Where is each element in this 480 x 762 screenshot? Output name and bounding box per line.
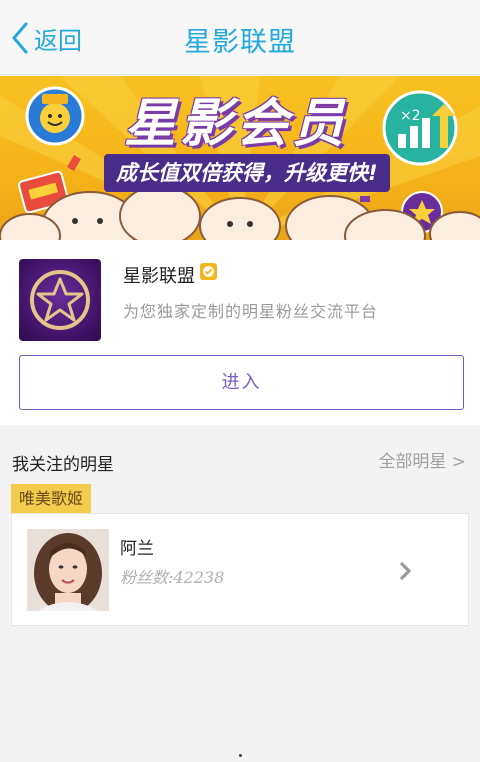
chevron-right-icon — [399, 561, 411, 581]
star-name: 阿兰 — [120, 539, 154, 559]
page-indicator — [239, 754, 242, 757]
banner-subtitle: 成长值双倍获得，升级更快! — [104, 154, 390, 192]
app-logo-icon — [19, 259, 101, 341]
followed-stars-header: 我关注的明星 全部明星 > — [0, 425, 480, 485]
banner-title: 星影会员 — [123, 94, 348, 154]
category-tag: 唯美歌姬 — [11, 484, 92, 513]
nav-bar: 返回 星影联盟 — [0, 0, 480, 75]
avatar — [27, 529, 109, 611]
app-description: 为您独家定制的明星粉丝交流平台 — [123, 302, 379, 321]
verified-badge-icon — [200, 263, 217, 280]
page-title: 星影联盟 — [184, 27, 296, 58]
enter-button[interactable]: 进入 — [19, 355, 464, 410]
promo-banner[interactable]: ×2 星影会员 成长值双倍获得，升级更快! — [0, 76, 480, 240]
section-title: 我关注的明星 — [12, 455, 114, 475]
all-stars-link[interactable]: 全部明星 > — [378, 447, 466, 472]
x2-badge-text: ×2 — [400, 108, 421, 124]
app-section: 星影联盟 为您独家定制的明星粉丝交流平台 进入 — [0, 240, 480, 425]
app-name: 星影联盟 — [123, 266, 195, 287]
fan-count: 粉丝数:42238 — [120, 568, 225, 587]
star-list-item[interactable]: 阿兰 粉丝数:42238 — [11, 513, 469, 626]
